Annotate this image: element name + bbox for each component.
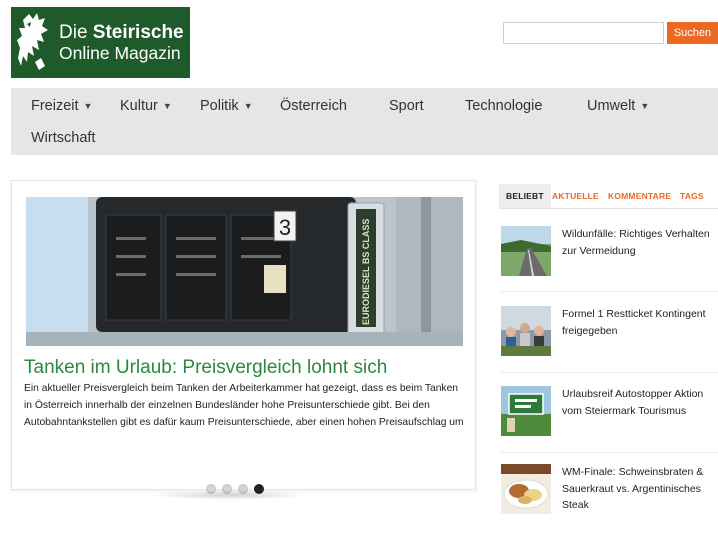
slide-image[interactable]: 3 EURODIESEL BS CLASS <box>26 197 463 346</box>
road-image <box>501 226 551 276</box>
list-item-title[interactable]: Urlaubsreif Autostopper Aktion vom Steie… <box>562 386 712 419</box>
pump-number: 3 <box>279 215 291 240</box>
nav-label: Kultur <box>120 98 158 114</box>
site-logo[interactable]: Die Steirische Online Magazin <box>11 7 190 78</box>
list-divider <box>499 452 718 453</box>
sidebar-tabs: BELIEBT AKTUELLE KOMMENTARE TAGS <box>499 184 718 208</box>
list-item-title[interactable]: WM-Finale: Schweinsbraten & Sauerkraut v… <box>562 464 712 514</box>
nav-item-umwelt[interactable]: Umwelt ▼ <box>587 98 649 114</box>
slider-shadow <box>150 490 310 500</box>
chevron-down-icon: ▼ <box>83 101 93 112</box>
logo-brand: Steirische <box>92 21 184 43</box>
featured-slider: 3 EURODIESEL BS CLASS Tanken im Urlaub: … <box>11 180 476 494</box>
food-image <box>501 464 551 514</box>
tab-kommentare[interactable]: KOMMENTARE <box>608 184 671 208</box>
nav-item-technologie[interactable]: Technologie <box>465 98 542 114</box>
nav-item-oesterreich[interactable]: Österreich <box>280 98 347 114</box>
list-divider <box>499 291 718 292</box>
nav-item-sport[interactable]: Sport <box>389 98 424 114</box>
tabs-divider <box>499 208 718 209</box>
tab-beliebt[interactable]: BELIEBT <box>499 184 551 208</box>
list-item-title[interactable]: Wildunfälle: Richtiges Verhalten zur Ver… <box>562 226 712 259</box>
list-divider <box>499 372 718 373</box>
panther-crest-icon <box>17 12 48 70</box>
crowd-thumbnail[interactable] <box>501 306 551 356</box>
nav-item-freizeit[interactable]: Freizeit ▼ <box>31 98 92 114</box>
nav-label: Österreich <box>280 98 347 114</box>
nav-label: Wirtschaft <box>31 130 96 146</box>
list-item[interactable]: Wildunfälle: Richtiges Verhalten zur Ver… <box>499 226 718 282</box>
pump-label: EURODIESEL BS CLASS <box>361 219 371 325</box>
slide-title[interactable]: Tanken im Urlaub: Preisvergleich lohnt s… <box>24 357 387 379</box>
logo-prefix: Die <box>59 21 93 43</box>
nav-label: Umwelt <box>587 98 636 114</box>
nav-label: Freizeit <box>31 98 79 114</box>
sign-thumbnail[interactable] <box>501 386 551 436</box>
tab-tags[interactable]: TAGS <box>680 184 704 208</box>
nav-item-wirtschaft[interactable]: Wirtschaft <box>31 130 95 146</box>
road-thumbnail[interactable] <box>501 226 551 276</box>
tab-aktuelle[interactable]: AKTUELLE <box>552 184 599 208</box>
logo-subtitle: Online Magazin <box>59 43 181 64</box>
main-nav: Freizeit ▼ Kultur ▼ Politik ▼ Österreich Sp… <box>11 88 718 155</box>
sign-image <box>501 386 551 436</box>
search-input[interactable] <box>503 22 664 44</box>
food-thumbnail[interactable] <box>501 464 551 514</box>
nav-item-politik[interactable]: Politik ▼ <box>200 98 253 114</box>
fuel-pump-illustration: 3 EURODIESEL BS CLASS <box>26 197 463 346</box>
list-item[interactable]: WM-Finale: Schweinsbraten & Sauerkraut v… <box>499 464 718 534</box>
list-item-title[interactable]: Formel 1 Restticket Kontingent freigegeb… <box>562 306 712 339</box>
nav-label: Technologie <box>465 98 543 114</box>
chevron-down-icon: ▼ <box>162 101 172 112</box>
search-button[interactable]: Suchen <box>667 22 718 44</box>
nav-label: Politik <box>200 98 239 114</box>
nav-label: Sport <box>389 98 424 114</box>
nav-item-kultur[interactable]: Kultur ▼ <box>120 98 172 114</box>
slide-excerpt: Ein aktueller Preisvergleich beim Tanken… <box>24 383 464 428</box>
chevron-down-icon: ▼ <box>640 101 650 112</box>
list-item[interactable]: Urlaubsreif Autostopper Aktion vom Steie… <box>499 386 718 442</box>
chevron-down-icon: ▼ <box>243 101 253 112</box>
list-item[interactable]: Formel 1 Restticket Kontingent freigegeb… <box>499 306 718 362</box>
crowd-image <box>501 306 551 356</box>
